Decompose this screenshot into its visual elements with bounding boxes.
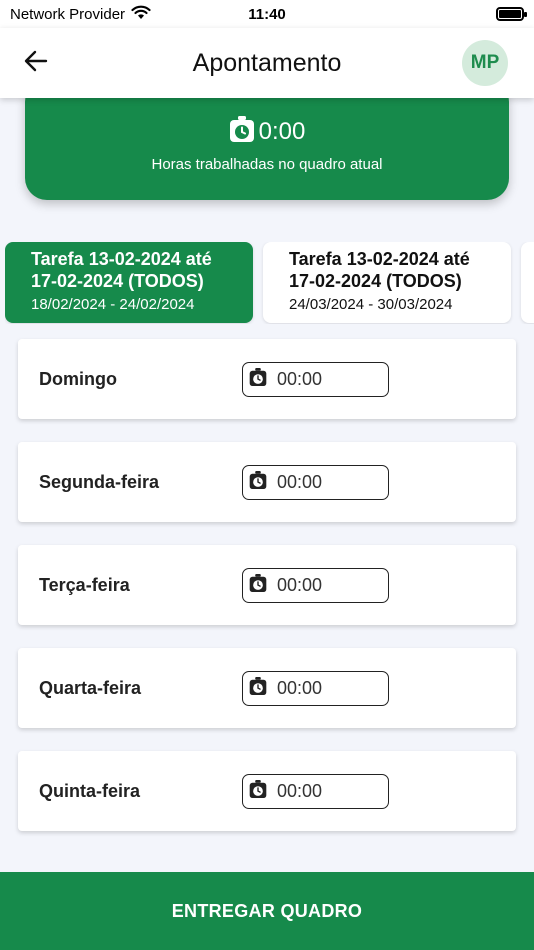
period-tabs: Tarefa 13-02-2024 até 17-02-2024 (TODOS)… <box>5 242 534 324</box>
period-tab-partial[interactable] <box>521 242 534 323</box>
carrier-label: Network Provider <box>10 5 126 23</box>
day-row-segunda: Segunda-feira 00:00 <box>18 442 516 522</box>
day-row-quinta: Quinta-feira 00:00 <box>18 751 516 831</box>
day-label: Quinta-feira <box>39 780 141 801</box>
hours-value: 0:00 <box>258 117 306 145</box>
period-tab-title: Tarefa 13-02-2024 até 17-02-2024 (TODOS) <box>289 249 470 291</box>
time-input-segunda[interactable]: 00:00 <box>242 464 389 500</box>
stopwatch-icon <box>249 779 267 804</box>
time-value: 00:00 <box>277 574 323 595</box>
day-label: Terça-feira <box>39 574 130 595</box>
day-label: Domingo <box>39 368 117 389</box>
status-left: Network Provider <box>10 5 151 24</box>
day-row-domingo: Domingo 00:00 <box>18 339 516 419</box>
day-row-terca: Terça-feira 00:00 <box>18 545 516 625</box>
time-value: 00:00 <box>277 780 323 801</box>
day-label: Quarta-feira <box>39 677 142 698</box>
period-tab-dates: 18/02/2024 - 24/02/2024 <box>31 296 195 313</box>
day-list: Domingo 00:00 Segunda-feira 00:00 Terça-… <box>18 339 516 854</box>
wifi-icon <box>131 5 151 24</box>
time-value: 00:00 <box>277 471 323 492</box>
time-input-terca[interactable]: 00:00 <box>242 567 389 603</box>
stopwatch-icon <box>229 115 255 148</box>
stopwatch-icon <box>249 676 267 701</box>
time-input-quinta[interactable]: 00:00 <box>242 773 389 809</box>
period-tab[interactable]: Tarefa 13-02-2024 até 17-02-2024 (TODOS)… <box>263 242 511 323</box>
app-bar: Apontamento MP <box>0 28 534 98</box>
status-right <box>496 7 527 21</box>
time-value: 00:00 <box>277 677 323 698</box>
period-tab-title: Tarefa 13-02-2024 até 17-02-2024 (TODOS) <box>31 249 212 291</box>
hours-row: 0:00 <box>229 115 306 148</box>
battery-icon <box>496 7 527 21</box>
day-row-quarta: Quarta-feira 00:00 <box>18 648 516 728</box>
time-value: 00:00 <box>277 368 323 389</box>
period-tab[interactable]: Tarefa 13-02-2024 até 17-02-2024 (TODOS)… <box>5 242 253 323</box>
stopwatch-icon <box>249 367 267 392</box>
day-label: Segunda-feira <box>39 471 160 492</box>
hours-summary-card: 0:00 Horas trabalhadas no quadro atual <box>25 80 509 200</box>
page-title: Apontamento <box>192 48 342 77</box>
period-tab-dates: 24/03/2024 - 30/03/2024 <box>289 296 453 313</box>
status-bar: Network Provider 11:40 <box>0 0 534 28</box>
stopwatch-icon <box>249 573 267 598</box>
time-input-quarta[interactable]: 00:00 <box>242 670 389 706</box>
stopwatch-icon <box>249 470 267 495</box>
arrow-left-icon <box>24 50 48 77</box>
time-input-domingo[interactable]: 00:00 <box>242 361 389 397</box>
hours-caption: Horas trabalhadas no quadro atual <box>151 156 383 173</box>
submit-timesheet-button[interactable]: ENTREGAR QUADRO <box>0 872 534 950</box>
back-button[interactable] <box>18 45 54 81</box>
avatar[interactable]: MP <box>462 40 508 86</box>
